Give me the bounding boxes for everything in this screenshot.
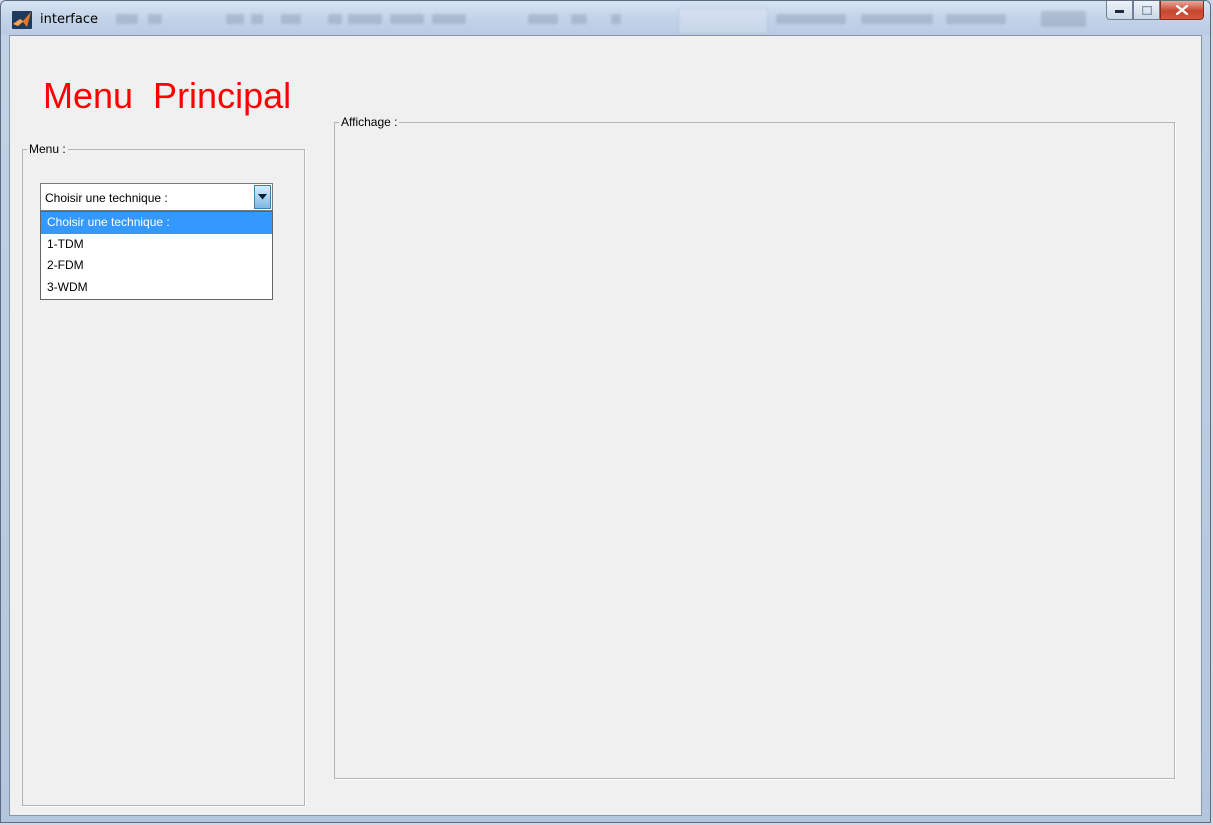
- maximize-icon: [1141, 5, 1152, 15]
- dropdown-option-fdm[interactable]: 2-FDM: [41, 255, 272, 277]
- dropdown-option-tdm[interactable]: 1-TDM: [41, 234, 272, 256]
- technique-select-value: Choisir une technique :: [45, 191, 168, 205]
- close-button[interactable]: [1160, 1, 1204, 20]
- figure-area: Menu Principal Menu : Affichage : Choisi…: [9, 35, 1202, 816]
- dropdown-option-choose[interactable]: Choisir une technique :: [41, 212, 272, 234]
- matlab-logo-icon: [12, 11, 32, 29]
- background-toolbar-blur: [116, 8, 1086, 34]
- maximize-button[interactable]: [1133, 1, 1160, 20]
- close-icon: [1176, 5, 1188, 15]
- technique-dropdown-list: Choisir une technique : 1-TDM 2-FDM 3-WD…: [40, 211, 273, 300]
- dropdown-option-wdm[interactable]: 3-WDM: [41, 277, 272, 299]
- technique-select[interactable]: Choisir une technique :: [40, 183, 273, 211]
- window-controls: [1106, 1, 1204, 21]
- display-panel: Affichage :: [334, 116, 1175, 779]
- minimize-button[interactable]: [1106, 1, 1133, 20]
- minimize-icon: [1114, 10, 1124, 13]
- app-window: interface Menu Principal Menu: Affichag…: [0, 0, 1211, 823]
- main-title: Menu Principal: [43, 75, 292, 116]
- menu-panel-legend: Menu :: [29, 142, 66, 156]
- display-panel-legend: Affichage :: [341, 115, 398, 129]
- dropdown-arrow-button[interactable]: [254, 185, 271, 209]
- title-bar[interactable]: interface: [1, 1, 1210, 35]
- chevron-down-icon: [258, 194, 267, 200]
- window-title: interface: [40, 12, 98, 27]
